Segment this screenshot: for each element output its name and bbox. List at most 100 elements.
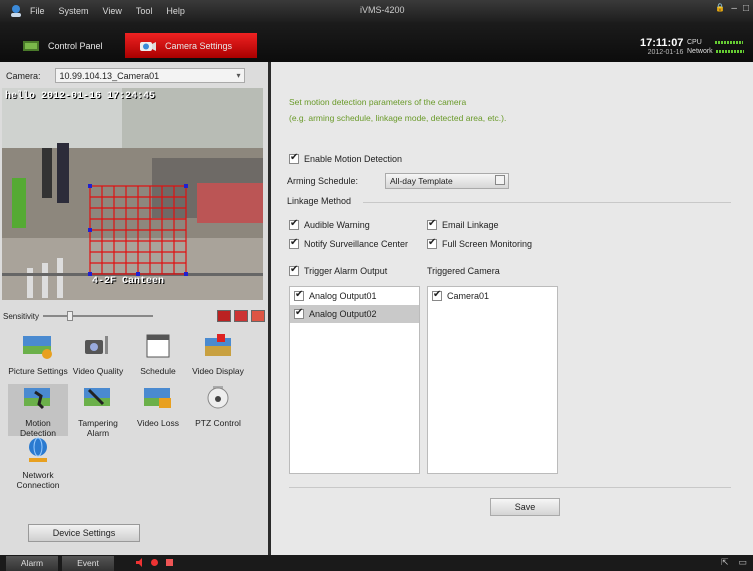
checkbox-box[interactable] [427, 237, 437, 249]
draw-area-button[interactable] [217, 310, 231, 322]
tab-control-panel[interactable]: Control Panel [8, 33, 118, 58]
alarm-light-icon[interactable] [150, 558, 159, 567]
menu-system[interactable]: System [59, 6, 89, 16]
picture-settings-button[interactable]: Picture Settings [8, 332, 68, 376]
checkbox-box[interactable] [294, 289, 304, 301]
lock-icon[interactable]: 🔒 [715, 3, 725, 14]
video-quality-button[interactable]: Video Quality [68, 332, 128, 376]
checkbox-box[interactable] [289, 264, 299, 276]
pin-icon[interactable]: ⇱ [721, 557, 729, 568]
camera-select-value: 10.99.104.13_Camera01 [59, 70, 160, 81]
tab-bar: Control Panel Camera Settings 17:11:07 2… [0, 22, 753, 62]
checkbox-label: Audible Warning [304, 220, 370, 230]
camera-settings-icon [140, 41, 156, 51]
schedule-button[interactable]: Schedule [128, 332, 188, 376]
video-loss-button[interactable]: Video Loss [128, 384, 188, 428]
ptz-control-button[interactable]: PTZ Control [188, 384, 248, 428]
list-item[interactable]: Analog Output02 [290, 305, 419, 323]
schedule-icon [146, 334, 170, 358]
sensitivity-label: Sensitivity [3, 311, 40, 321]
enable-motion-detection-checkbox[interactable]: Enable Motion Detection [289, 152, 403, 164]
alarm-tab[interactable]: Alarm [6, 556, 58, 571]
video-preview[interactable]: hello 2012-01-16 17:24:45 4-2F Canteen [2, 88, 263, 300]
notify-surveillance-center-checkbox[interactable]: Notify Surveillance Center [289, 237, 409, 249]
alarm-output-list[interactable]: Analog Output01 Analog Output02 [289, 286, 420, 474]
menu-help[interactable]: Help [166, 6, 185, 16]
arming-schedule-select[interactable]: All-day Template [385, 173, 509, 189]
menu-file[interactable]: File [30, 6, 45, 16]
icon-label: Video Quality [72, 366, 124, 376]
icon-label: Video Loss [137, 418, 179, 428]
icon-label: Picture Settings [8, 366, 68, 376]
arming-schedule-label: Arming Schedule: [287, 176, 359, 186]
email-linkage-checkbox[interactable]: Email Linkage [427, 218, 499, 230]
network-connection-button[interactable]: Network Connection [8, 436, 68, 490]
cpu-label: CPU [687, 39, 702, 46]
list-item[interactable]: Analog Output01 [290, 287, 419, 305]
list-item[interactable]: Camera01 [428, 287, 557, 305]
clock-date: 2012-01-16 [647, 49, 684, 56]
icon-label: Network Connection [16, 470, 60, 490]
save-button[interactable]: Save [490, 498, 560, 516]
checkbox-box[interactable] [289, 237, 299, 249]
title-bar: File System View Tool Help iVMS-4200 🔒 –… [0, 0, 753, 22]
audible-warning-checkbox[interactable]: Audible Warning [289, 218, 370, 230]
tab-label: Camera Settings [165, 40, 233, 51]
event-tab[interactable]: Event [62, 556, 114, 571]
tab-label: Control Panel [48, 40, 103, 51]
checkbox-box[interactable] [289, 152, 299, 164]
clear-area-button[interactable] [251, 310, 265, 322]
alarm-clear-icon[interactable] [165, 558, 174, 567]
motion-detection-button[interactable]: Motion Detection [8, 384, 68, 438]
left-panel: Camera: 10.99.104.13_Camera01 ▾ hello 20… [0, 62, 268, 555]
alarm-sound-icon[interactable] [135, 558, 144, 567]
select-all-button[interactable] [234, 310, 248, 322]
sensitivity-slider[interactable] [43, 311, 154, 321]
tampering-alarm-button[interactable]: Tampering Alarm [68, 384, 128, 438]
osd-location: 4-2F Canteen [92, 276, 165, 287]
network-meter [715, 49, 744, 53]
camera-select[interactable]: 10.99.104.13_Camera01 ▾ [54, 68, 245, 83]
checkbox-box[interactable] [427, 218, 437, 230]
icon-label: Motion Detection [20, 418, 56, 438]
maximize-button[interactable]: □ [743, 3, 749, 14]
control-panel-icon [23, 40, 39, 51]
icon-label: Video Display [192, 366, 244, 376]
video-quality-icon [85, 336, 108, 354]
slider-thumb[interactable] [67, 311, 74, 321]
camera-label: Camera: [6, 70, 41, 81]
checkbox-box[interactable] [432, 289, 442, 301]
ptz-control-icon [207, 386, 229, 409]
trigger-alarm-output-checkbox[interactable]: Trigger Alarm Output [289, 264, 387, 276]
hint-line-2: (e.g. arming schedule, linkage mode, det… [289, 113, 507, 123]
cpu-meter [714, 40, 743, 44]
device-settings-button[interactable]: Device Settings [28, 524, 140, 542]
hint-line-1: Set motion detection parameters of the c… [289, 97, 467, 107]
expand-icon[interactable]: ▭ [738, 557, 747, 568]
checkbox-box[interactable] [289, 218, 299, 230]
list-item-label: Camera01 [447, 291, 490, 301]
edit-schedule-icon[interactable] [495, 175, 505, 185]
video-display-button[interactable]: Video Display [188, 332, 248, 376]
window-title: iVMS-4200 [360, 5, 405, 15]
full-screen-monitoring-checkbox[interactable]: Full Screen Monitoring [427, 237, 532, 249]
divider [289, 487, 731, 488]
network-connection-icon [29, 437, 47, 462]
checkbox-label: Notify Surveillance Center [304, 239, 409, 249]
checkbox-label: Enable Motion Detection [304, 154, 403, 164]
menu-view[interactable]: View [103, 6, 122, 16]
clock-time: 17:11:07 [640, 37, 684, 49]
minimize-button[interactable]: – [731, 3, 737, 14]
divider [363, 202, 731, 203]
tab-camera-settings[interactable]: Camera Settings [125, 33, 257, 58]
arming-schedule-value: All-day Template [390, 176, 453, 186]
menu-tool[interactable]: Tool [136, 6, 153, 16]
motion-detection-icon [24, 388, 50, 410]
triggered-camera-list[interactable]: Camera01 [427, 286, 558, 474]
network-label: Network [687, 48, 713, 55]
tampering-alarm-icon [84, 388, 110, 406]
icon-label: PTZ Control [195, 418, 241, 428]
checkbox-box[interactable] [294, 307, 304, 319]
icon-label: Tampering Alarm [78, 418, 118, 438]
checkbox-label: Email Linkage [442, 220, 499, 230]
